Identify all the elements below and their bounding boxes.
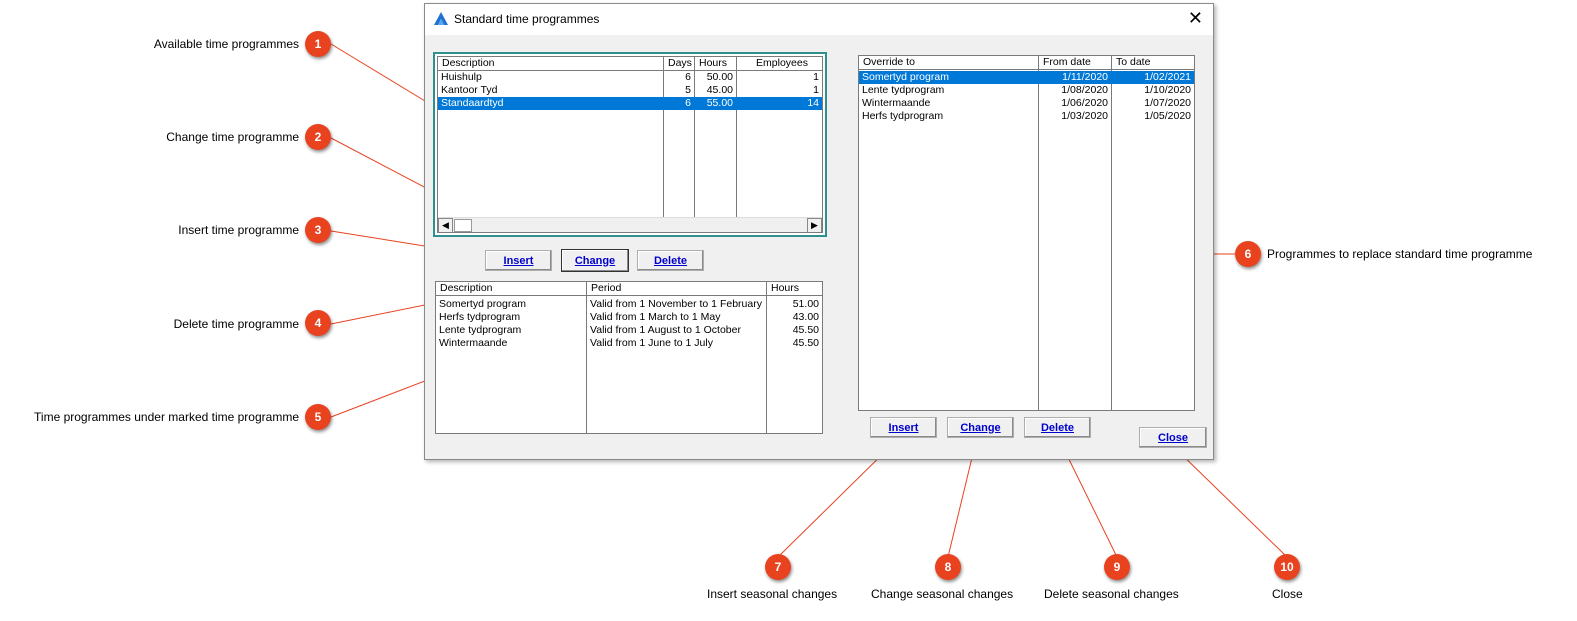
table-row[interactable]: Somertyd program Valid from 1 November t… bbox=[436, 298, 822, 311]
callout-badge-7: 7 bbox=[765, 554, 791, 580]
table-row[interactable]: Kantoor Tyd 5 45.00 1 bbox=[438, 84, 822, 97]
close-icon[interactable]: ✕ bbox=[1188, 9, 1203, 27]
col-header-employees[interactable]: Employees bbox=[737, 57, 822, 70]
insert-seasonal-button[interactable]: Insert bbox=[870, 417, 937, 438]
callout-label-7: Insert seasonal changes bbox=[707, 587, 838, 601]
table-row[interactable]: Wintermaande 1/06/2020 1/07/2020 bbox=[859, 97, 1194, 110]
close-button[interactable]: Close bbox=[1139, 427, 1207, 448]
callout-badge-3: 3 bbox=[305, 217, 331, 243]
change-programme-button[interactable]: Change bbox=[561, 249, 629, 272]
col-header-description[interactable]: Description bbox=[436, 282, 587, 295]
col-header-period[interactable]: Period bbox=[587, 282, 767, 295]
callout-line-1 bbox=[330, 43, 431, 105]
col-header-description[interactable]: Description bbox=[438, 57, 664, 70]
delete-seasonal-button[interactable]: Delete bbox=[1024, 417, 1091, 438]
callout-badge-10: 10 bbox=[1274, 554, 1300, 580]
callout-line-10 bbox=[1175, 448, 1288, 558]
callout-badge-4: 4 bbox=[305, 310, 331, 336]
table-row-selected[interactable]: Standaardtyd 6 55.00 14 bbox=[438, 97, 822, 110]
callout-label-5: Time programmes under marked time progra… bbox=[34, 410, 299, 424]
title-bar[interactable]: Standard time programmes ✕ bbox=[425, 4, 1213, 35]
callout-label-8: Change seasonal changes bbox=[871, 587, 1014, 601]
col-header-from-date[interactable]: From date bbox=[1039, 56, 1112, 69]
table-row[interactable]: Wintermaande Valid from 1 June to 1 July… bbox=[436, 337, 822, 350]
col-header-to-date[interactable]: To date bbox=[1112, 56, 1194, 69]
col-header-days[interactable]: Days bbox=[664, 57, 695, 70]
callout-badge-1: 1 bbox=[305, 31, 331, 57]
dialog-title: Standard time programmes bbox=[454, 12, 600, 26]
standard-time-programmes-dialog: Standard time programmes ✕ Description D… bbox=[424, 3, 1214, 460]
overrides-grid[interactable]: Override to From date To date Somertyd p… bbox=[858, 55, 1195, 411]
app-logo-icon bbox=[434, 12, 448, 25]
table-row[interactable]: Lente tydprogram 1/08/2020 1/10/2020 bbox=[859, 84, 1194, 97]
callout-badge-9: 9 bbox=[1104, 554, 1130, 580]
col-header-hours[interactable]: Hours bbox=[767, 282, 822, 295]
insert-programme-button[interactable]: Insert bbox=[485, 250, 552, 271]
callout-badge-2: 2 bbox=[305, 124, 331, 150]
callout-label-6: Programmes to replace standard time prog… bbox=[1267, 247, 1533, 261]
programmes-grid[interactable]: Description Days Hours Employees Huishul… bbox=[437, 56, 823, 233]
callout-badge-8: 8 bbox=[935, 554, 961, 580]
callout-label-2: Change time programme bbox=[166, 130, 299, 144]
callout-label-1: Available time programmes bbox=[153, 37, 299, 51]
table-row[interactable]: Lente tydprogram Valid from 1 August to … bbox=[436, 324, 822, 337]
callout-label-3: Insert time programme bbox=[178, 223, 299, 237]
callout-badge-5: 5 bbox=[305, 404, 331, 430]
seasonal-programmes-grid[interactable]: Description Period Hours Somertyd progra… bbox=[435, 281, 823, 434]
callout-label-9: Delete seasonal changes bbox=[1044, 587, 1179, 601]
table-row[interactable]: Huishulp 6 50.00 1 bbox=[438, 71, 822, 84]
callout-badge-6: 6 bbox=[1235, 241, 1261, 267]
horizontal-scrollbar[interactable]: ◀ ▶ bbox=[438, 217, 822, 232]
table-row[interactable]: Herfs tydprogram Valid from 1 March to 1… bbox=[436, 311, 822, 324]
change-seasonal-button[interactable]: Change bbox=[947, 417, 1014, 438]
programmes-grid-frame: Description Days Hours Employees Huishul… bbox=[433, 52, 827, 237]
callout-label-10: Close bbox=[1272, 587, 1303, 601]
scroll-thumb[interactable] bbox=[454, 219, 472, 232]
arrow-right-icon[interactable]: ▶ bbox=[807, 218, 822, 232]
callout-label-4: Delete time programme bbox=[173, 317, 299, 331]
col-header-hours[interactable]: Hours bbox=[695, 57, 737, 70]
delete-programme-button[interactable]: Delete bbox=[637, 250, 704, 271]
arrow-left-icon[interactable]: ◀ bbox=[438, 218, 453, 232]
table-row-selected[interactable]: Somertyd program 1/11/2020 1/02/2021 bbox=[859, 71, 1194, 84]
table-row[interactable]: Herfs tydprogram 1/03/2020 1/05/2020 bbox=[859, 110, 1194, 123]
col-header-override-to[interactable]: Override to bbox=[859, 56, 1039, 69]
